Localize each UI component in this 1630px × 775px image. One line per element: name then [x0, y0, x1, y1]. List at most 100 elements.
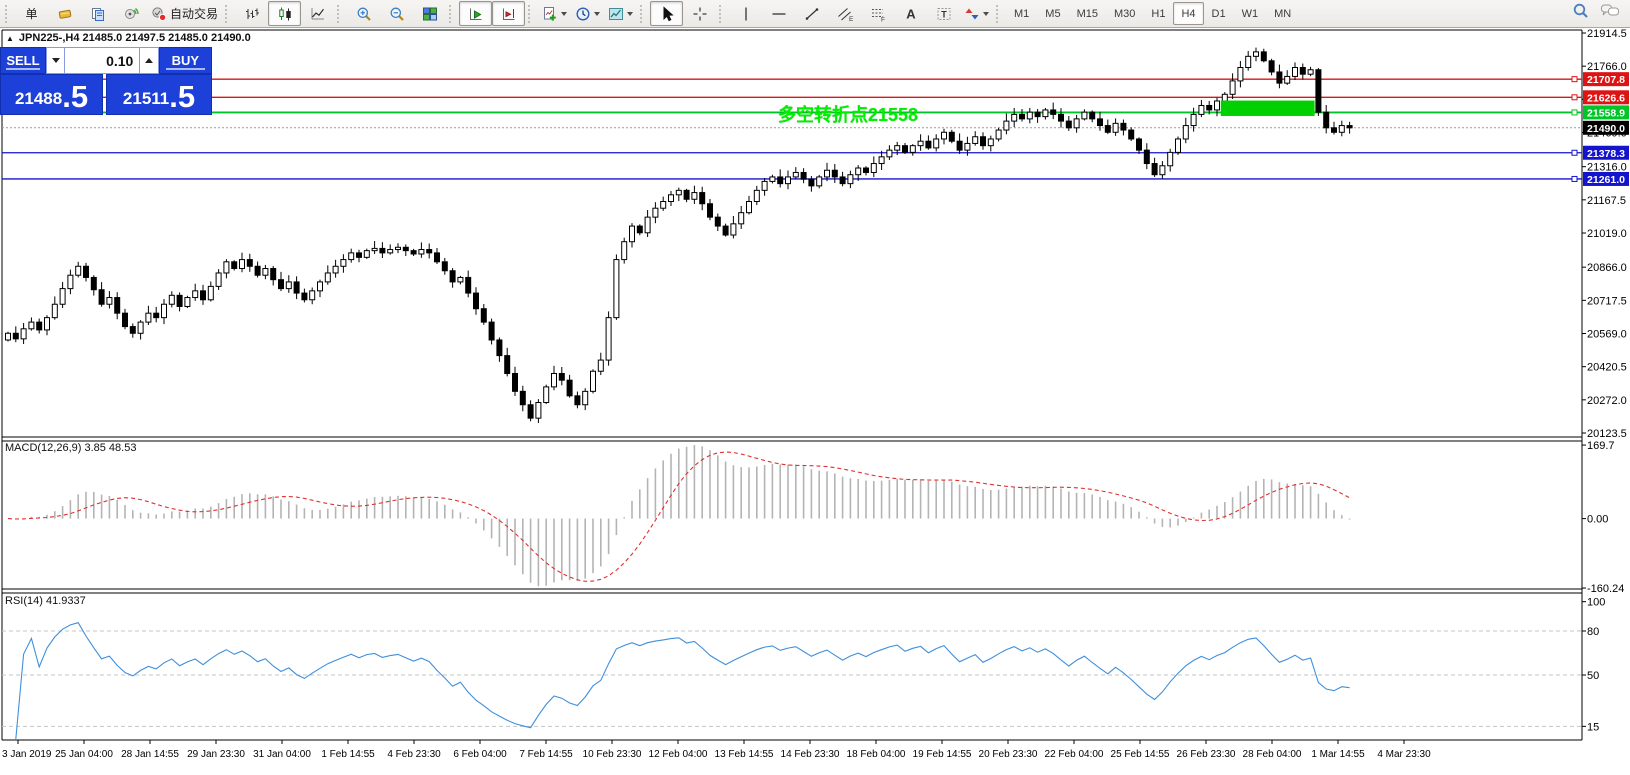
zoom-in-icon[interactable] [347, 1, 380, 26]
zoom-out-icon[interactable] [380, 1, 413, 26]
svg-text:80: 80 [1587, 626, 1599, 638]
candlestick-chart-icon[interactable] [268, 1, 302, 26]
toolbar-grip [719, 4, 724, 23]
equidistant-channel-icon: E [837, 6, 853, 22]
rsi-label: RSI(14) 41.9337 [5, 595, 86, 607]
svg-text:F: F [881, 16, 885, 22]
timeframe-mn[interactable]: MN [1266, 2, 1299, 25]
crosshair-icon [692, 6, 708, 22]
bar-chart-icon[interactable] [235, 1, 268, 26]
svg-text:26 Feb 23:30: 26 Feb 23:30 [1177, 749, 1236, 760]
svg-text:A: A [906, 6, 916, 21]
periods-clock-icon[interactable] [571, 1, 604, 26]
equidistant-channel-icon[interactable]: E [828, 1, 861, 26]
green-zone-rect[interactable] [1220, 100, 1315, 116]
svg-text:28 Feb 04:00: 28 Feb 04:00 [1243, 749, 1302, 760]
templates-icon[interactable] [604, 1, 637, 26]
volume-input[interactable] [65, 47, 140, 74]
chart-title-text: JPN225-,H4 21485.0 21497.5 21485.0 21490… [18, 32, 251, 44]
periods-clock-icon-dropdown[interactable] [594, 12, 601, 19]
search-icon[interactable] [1572, 2, 1590, 25]
svg-text:21766.0: 21766.0 [1587, 61, 1627, 73]
svg-text:25 Feb 14:55: 25 Feb 14:55 [1111, 749, 1170, 760]
text-label-icon[interactable]: T [927, 1, 960, 26]
collapse-triangle-icon[interactable]: ▲ [6, 34, 14, 43]
svg-text:31 Jan 04:00: 31 Jan 04:00 [253, 749, 311, 760]
svg-text:21316.0: 21316.0 [1587, 162, 1627, 174]
arrows-icon[interactable] [960, 1, 993, 26]
volume-decrease-button[interactable] [45, 47, 66, 74]
bar-chart-icon [244, 6, 260, 22]
trendline-icon [804, 6, 820, 22]
vertical-line-icon[interactable] [729, 1, 762, 26]
turning-point-annotation[interactable]: 多空转折点21558 [778, 101, 918, 127]
buy-price-button[interactable]: 21511 .5 [106, 74, 212, 115]
crosshair-icon[interactable] [683, 1, 716, 26]
volume-increase-button[interactable] [139, 47, 159, 74]
auto-trading-button-icon [151, 6, 167, 22]
sell-button[interactable]: SELL [0, 47, 46, 74]
svg-text:21261.0: 21261.0 [1587, 174, 1625, 186]
candlestick-chart-icon [277, 6, 293, 22]
timeframe-m1[interactable]: M1 [1006, 2, 1037, 25]
auto-trading-button[interactable]: 自动交易 [147, 1, 222, 26]
indicators-icon[interactable] [538, 1, 571, 26]
chat-icon[interactable] [1600, 2, 1620, 25]
new-order-button[interactable]: 单 [15, 1, 48, 26]
svg-text:21167.5: 21167.5 [1587, 195, 1626, 207]
data-window-icon [90, 6, 106, 22]
svg-text:1 Feb 14:55: 1 Feb 14:55 [321, 749, 375, 760]
svg-text:21558.9: 21558.9 [1587, 107, 1625, 119]
toolbar-grip [449, 4, 454, 23]
svg-text:21378.3: 21378.3 [1587, 148, 1625, 160]
svg-text:21490.0: 21490.0 [1587, 123, 1625, 135]
toolbar-grip [5, 4, 10, 23]
svg-text:20569.0: 20569.0 [1587, 329, 1627, 341]
periods-clock-icon [575, 6, 591, 22]
indicators-icon-dropdown[interactable] [561, 12, 568, 19]
timeframe-h1[interactable]: H1 [1143, 2, 1173, 25]
data-window-icon[interactable] [81, 1, 114, 26]
fibonacci-icon[interactable]: F [861, 1, 894, 26]
auto-scroll-icon[interactable] [459, 1, 493, 26]
templates-icon-dropdown[interactable] [627, 12, 634, 19]
timeframe-d1[interactable]: D1 [1204, 2, 1234, 25]
toolbar-grip [337, 4, 342, 23]
timeframe-w1[interactable]: W1 [1234, 2, 1267, 25]
cursor-icon [659, 5, 675, 22]
line-chart-icon[interactable] [301, 1, 334, 26]
sound-alert-icon [123, 6, 139, 22]
svg-text:E: E [849, 16, 853, 22]
toolbar-grip [996, 4, 1001, 23]
arrows-icon [964, 6, 980, 22]
svg-text:28 Jan 14:55: 28 Jan 14:55 [121, 749, 179, 760]
timeframe-h4[interactable]: H4 [1173, 2, 1204, 25]
cursor-icon[interactable] [650, 1, 684, 26]
svg-text:14 Feb 23:30: 14 Feb 23:30 [781, 749, 840, 760]
buy-button[interactable]: BUY [158, 47, 212, 74]
text-icon[interactable]: A [894, 1, 927, 26]
tile-windows-icon[interactable] [413, 1, 446, 26]
timeframe-m15[interactable]: M15 [1069, 2, 1106, 25]
spinner-down-icon [51, 58, 60, 67]
market-watch-icon[interactable] [48, 1, 81, 26]
buy-price-frac: .5 [169, 79, 196, 114]
svg-text:4 Feb 23:30: 4 Feb 23:30 [387, 749, 441, 760]
fibonacci-icon: F [870, 6, 886, 22]
chart-shift-icon[interactable] [492, 1, 526, 26]
svg-text:22 Feb 04:00: 22 Feb 04:00 [1045, 749, 1104, 760]
timeframe-m5[interactable]: M5 [1037, 2, 1068, 25]
svg-text:20717.5: 20717.5 [1587, 295, 1627, 307]
sound-alert-icon[interactable] [114, 1, 147, 26]
sell-price-button[interactable]: 21488 .5 [0, 74, 104, 115]
new-order-button-label: 单 [25, 7, 38, 21]
trendline-icon[interactable] [795, 1, 828, 26]
timeframe-m30[interactable]: M30 [1106, 2, 1143, 25]
svg-text:21626.6: 21626.6 [1587, 92, 1625, 104]
toolbar-right [1572, 2, 1628, 25]
horizontal-line-icon[interactable] [762, 1, 795, 26]
svg-text:21019.0: 21019.0 [1587, 228, 1627, 240]
top-toolbar: 单 自动交易 E F A T M1 M5 M15 M30 H1 H4 D1 W1 MN [0, 0, 1630, 28]
arrows-icon-dropdown[interactable] [983, 12, 990, 19]
svg-text:15: 15 [1587, 721, 1599, 733]
